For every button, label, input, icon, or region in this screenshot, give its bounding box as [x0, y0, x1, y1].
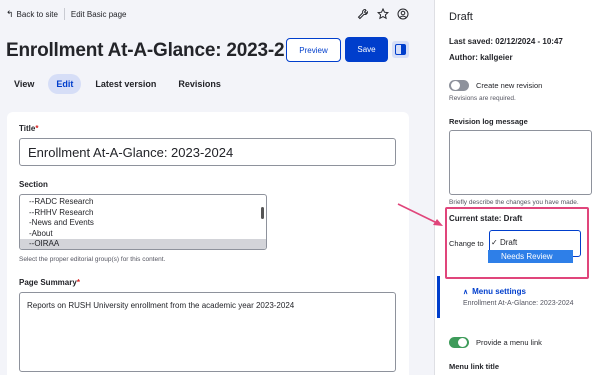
- section-help-text: Select the proper editorial group(s) for…: [19, 256, 166, 263]
- section-select[interactable]: --RADC Research --RHHV Research -News an…: [19, 194, 267, 250]
- section-field-label: Section: [19, 180, 48, 189]
- wrench-icon[interactable]: [357, 8, 369, 20]
- star-icon[interactable]: [376, 7, 390, 20]
- main-content: ↰ Back to site Edit Basic page Enrollmen…: [0, 0, 435, 375]
- section-option[interactable]: --RHHV Research: [20, 208, 266, 219]
- author: Author: kallgeier: [449, 53, 513, 62]
- status-heading: Draft: [449, 11, 473, 23]
- highlight-box: [445, 207, 589, 279]
- tab-revisions[interactable]: Revisions: [170, 74, 229, 94]
- create-revision-toggle[interactable]: [449, 80, 469, 91]
- preview-button[interactable]: Preview: [286, 38, 341, 62]
- revision-log-textarea[interactable]: [449, 130, 592, 195]
- edit-form-card: Title* Enrollment At-A-Glance: 2023-2024…: [7, 112, 409, 375]
- section-option[interactable]: -News and Events: [20, 218, 266, 229]
- tab-edit[interactable]: Edit: [48, 74, 82, 94]
- save-button[interactable]: Save: [345, 37, 388, 62]
- menu-settings-accent-bar: [437, 276, 600, 318]
- top-bar: ↰ Back to site Edit Basic page: [0, 0, 435, 28]
- revisions-required-text: Revisions are required.: [449, 95, 516, 102]
- create-revision-label: Create new revision: [476, 81, 543, 90]
- page-title: Enrollment At-A-Glance: 2023-2…: [6, 40, 304, 61]
- divider: [63, 8, 65, 20]
- summary-field-label: Page Summary*: [19, 278, 80, 287]
- meta-sidebar: Draft Last saved: 02/12/2024 - 10:47 Aut…: [435, 0, 600, 375]
- title-input[interactable]: Enrollment At-A-Glance: 2023-2024: [19, 138, 396, 166]
- sidebar-toggle-button[interactable]: [392, 41, 409, 58]
- revision-log-help: Briefly describe the changes you have ma…: [449, 199, 579, 206]
- select-scrollbar[interactable]: [261, 207, 264, 219]
- section-option-selected[interactable]: --OIRAA: [20, 239, 266, 249]
- back-arrow-icon[interactable]: ↰: [6, 9, 14, 20]
- back-to-site-link[interactable]: Back to site: [17, 10, 58, 19]
- tab-bar: View Edit Latest version Revisions: [6, 74, 229, 94]
- provide-menu-link-label: Provide a menu link: [476, 338, 542, 347]
- section-option[interactable]: -About: [20, 229, 266, 240]
- provide-menu-link-toggle[interactable]: [449, 337, 469, 348]
- tab-latest-version[interactable]: Latest version: [87, 74, 164, 94]
- page-summary-textarea[interactable]: Reports on RUSH University enrollment fr…: [19, 292, 396, 372]
- toolbar-icons: [357, 7, 409, 20]
- title-field-label: Title*: [19, 124, 39, 133]
- revision-log-label: Revision log message: [449, 117, 528, 126]
- edit-page-label: Edit Basic page: [70, 9, 127, 19]
- last-saved: Last saved: 02/12/2024 - 10:47: [449, 37, 563, 46]
- section-option[interactable]: --RADC Research: [20, 197, 266, 208]
- user-icon[interactable]: [397, 8, 409, 20]
- tab-view[interactable]: View: [6, 74, 42, 94]
- sidebar-panel-icon: [395, 44, 406, 55]
- menu-link-title-label: Menu link title: [449, 362, 500, 371]
